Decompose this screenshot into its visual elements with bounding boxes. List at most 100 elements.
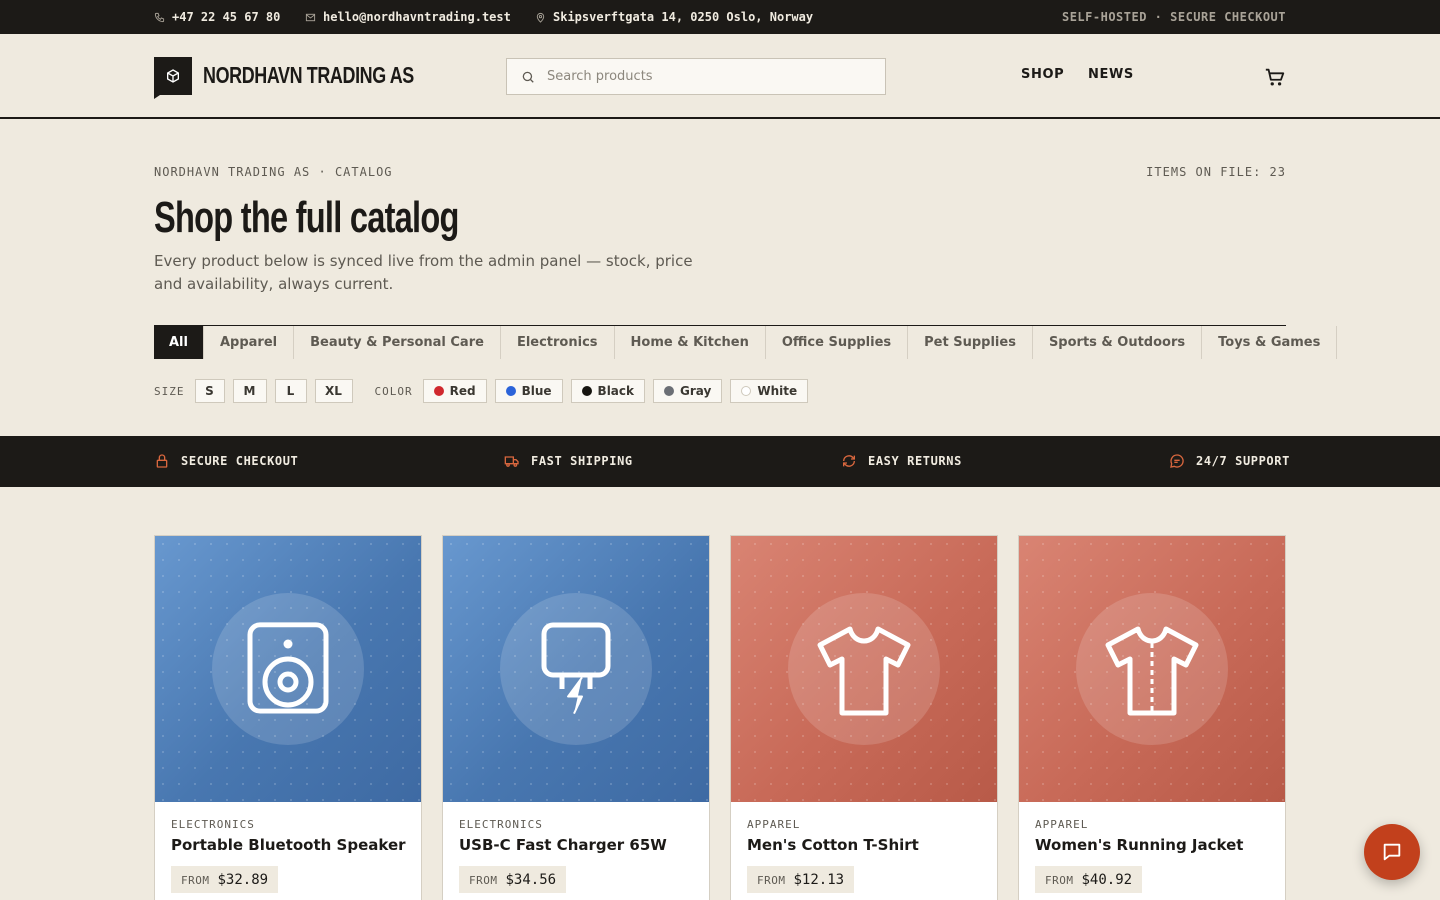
chat-button[interactable] <box>1364 824 1420 880</box>
contact-address[interactable]: Skipsverftgata 14, 0250 Oslo, Norway <box>535 10 813 24</box>
product-price: FROM $34.56 <box>459 866 567 893</box>
color-chip-label: Black <box>597 384 634 398</box>
product-category: ELECTRONICS <box>171 818 255 831</box>
tab-sports-outdoors[interactable]: Sports & Outdoors <box>1033 326 1203 359</box>
phone-icon <box>154 12 165 22</box>
color-swatch <box>433 386 444 396</box>
search-bar[interactable] <box>506 58 886 95</box>
price-prefix: FROM <box>469 874 498 887</box>
charger-icon <box>541 622 611 714</box>
product-name[interactable]: USB-C Fast Charger 65W <box>459 836 667 854</box>
color-chip-blue[interactable]: Blue <box>494 379 563 403</box>
page-title: Shop the full catalog <box>154 193 459 242</box>
phone-text: +47 22 45 67 80 <box>172 10 281 24</box>
feature-secure-checkout: SECURE CHECKOUT <box>154 453 298 469</box>
tab-beauty-personal-care[interactable]: Beauty & Personal Care <box>294 326 501 359</box>
color-chip-label: White <box>757 384 798 398</box>
tshirt-icon <box>817 626 911 716</box>
site-header: NORDHAVN TRADING AS SHOP NEWS <box>0 34 1440 119</box>
color-chip-black[interactable]: Black <box>570 379 645 403</box>
product-category: ELECTRONICS <box>459 818 543 831</box>
tab-office-supplies[interactable]: Office Supplies <box>766 326 909 359</box>
location-pin-icon <box>536 12 545 23</box>
features-band: SECURE CHECKOUT FAST SHIPPING EASY RETUR… <box>0 436 1440 487</box>
product-category: APPAREL <box>747 818 801 831</box>
product-card[interactable]: APPAREL Men's Cotton T-Shirt FROM $12.13 <box>730 535 998 900</box>
price-value: $32.89 <box>217 871 269 888</box>
topbar-tagline: SELF-HOSTED · SECURE CHECKOUT <box>1061 10 1286 24</box>
product-card[interactable]: ELECTRONICS USB-C Fast Charger 65W FROM … <box>442 535 710 900</box>
product-image[interactable] <box>1019 536 1285 802</box>
color-chip-label: Red <box>449 384 476 398</box>
box-icon <box>167 69 179 83</box>
color-swatch <box>505 386 516 396</box>
category-tabs: All Apparel Beauty & Personal Care Elect… <box>154 325 1338 359</box>
feature-label: FAST SHIPPING <box>531 454 633 468</box>
lock-icon <box>156 454 168 468</box>
cart-icon[interactable] <box>1264 66 1286 88</box>
tab-all[interactable]: All <box>154 326 204 359</box>
color-chip-label: Blue <box>521 384 552 398</box>
product-category: APPAREL <box>1035 818 1089 831</box>
color-chip-white[interactable]: White <box>730 379 809 403</box>
email-text: hello@nordhavntrading.test <box>323 10 511 24</box>
size-chip-m[interactable]: M <box>232 379 267 403</box>
color-chip-label: Gray <box>680 384 712 398</box>
product-name[interactable]: Portable Bluetooth Speaker <box>171 836 406 854</box>
color-chip-red[interactable]: Red <box>422 379 487 403</box>
logo-mark[interactable] <box>154 57 192 99</box>
color-filter-label: COLOR <box>374 384 413 398</box>
product-image[interactable] <box>731 536 997 802</box>
size-chip-xl[interactable]: XL <box>314 379 353 403</box>
chat-bubble-icon <box>1170 454 1184 468</box>
truck-icon <box>504 456 519 467</box>
size-filter-label: SIZE <box>154 384 185 398</box>
breadcrumb: NORDHAVN TRADING AS · CATALOG <box>154 165 393 179</box>
nav-news[interactable]: NEWS <box>1088 67 1134 82</box>
address-text: Skipsverftgata 14, 0250 Oslo, Norway <box>553 10 814 24</box>
top-bar: +47 22 45 67 80 hello@nordhavntrading.te… <box>0 0 1440 34</box>
tab-electronics[interactable]: Electronics <box>501 326 615 359</box>
size-chip-l[interactable]: L <box>274 379 307 403</box>
product-name[interactable]: Women's Running Jacket <box>1035 836 1243 854</box>
page-subtitle: Every product below is synced live from … <box>154 252 693 293</box>
return-arrows-icon <box>843 455 855 467</box>
price-prefix: FROM <box>757 874 786 887</box>
price-value: $12.13 <box>793 871 845 888</box>
color-chip-gray[interactable]: Gray <box>653 379 723 403</box>
speaker-icon <box>247 622 329 714</box>
message-icon <box>1383 843 1401 861</box>
product-card[interactable]: APPAREL Women's Running Jacket FROM $40.… <box>1018 535 1286 900</box>
size-chip-s[interactable]: S <box>194 379 225 403</box>
price-value: $40.92 <box>1081 871 1133 888</box>
tab-home-kitchen[interactable]: Home & Kitchen <box>615 326 766 359</box>
brand-name[interactable]: NORDHAVN TRADING AS <box>203 62 414 89</box>
nav-shop[interactable]: SHOP <box>1021 67 1064 82</box>
search-input[interactable] <box>547 69 847 84</box>
color-swatch <box>664 386 674 396</box>
product-card[interactable]: ELECTRONICS Portable Bluetooth Speaker F… <box>154 535 422 900</box>
product-name[interactable]: Men's Cotton T-Shirt <box>747 836 919 854</box>
product-price: FROM $32.89 <box>171 866 279 893</box>
product-image[interactable] <box>443 536 709 802</box>
feature-support: 24/7 SUPPORT <box>1169 453 1290 469</box>
product-image[interactable] <box>155 536 421 802</box>
tab-apparel[interactable]: Apparel <box>204 326 295 359</box>
tab-toys-games[interactable]: Toys & Games <box>1202 326 1338 359</box>
price-value: $34.56 <box>505 871 557 888</box>
color-swatch <box>741 386 752 396</box>
feature-label: SECURE CHECKOUT <box>181 454 299 468</box>
filter-bar: SIZE S M L XL COLOR Red Blue Black Gray … <box>154 379 816 403</box>
items-count: ITEMS ON FILE: 23 <box>1146 165 1286 179</box>
color-swatch <box>581 386 592 396</box>
tab-pet-supplies[interactable]: Pet Supplies <box>908 326 1033 359</box>
jacket-icon <box>1105 626 1199 716</box>
feature-easy-returns: EASY RETURNS <box>841 453 962 469</box>
contact-email[interactable]: hello@nordhavntrading.test <box>305 10 511 24</box>
mail-icon <box>305 13 316 21</box>
contact-phone[interactable]: +47 22 45 67 80 <box>154 10 280 24</box>
product-price: FROM $12.13 <box>747 866 855 893</box>
feature-fast-shipping: FAST SHIPPING <box>504 453 633 469</box>
feature-label: EASY RETURNS <box>868 454 962 468</box>
search-icon <box>522 71 534 83</box>
